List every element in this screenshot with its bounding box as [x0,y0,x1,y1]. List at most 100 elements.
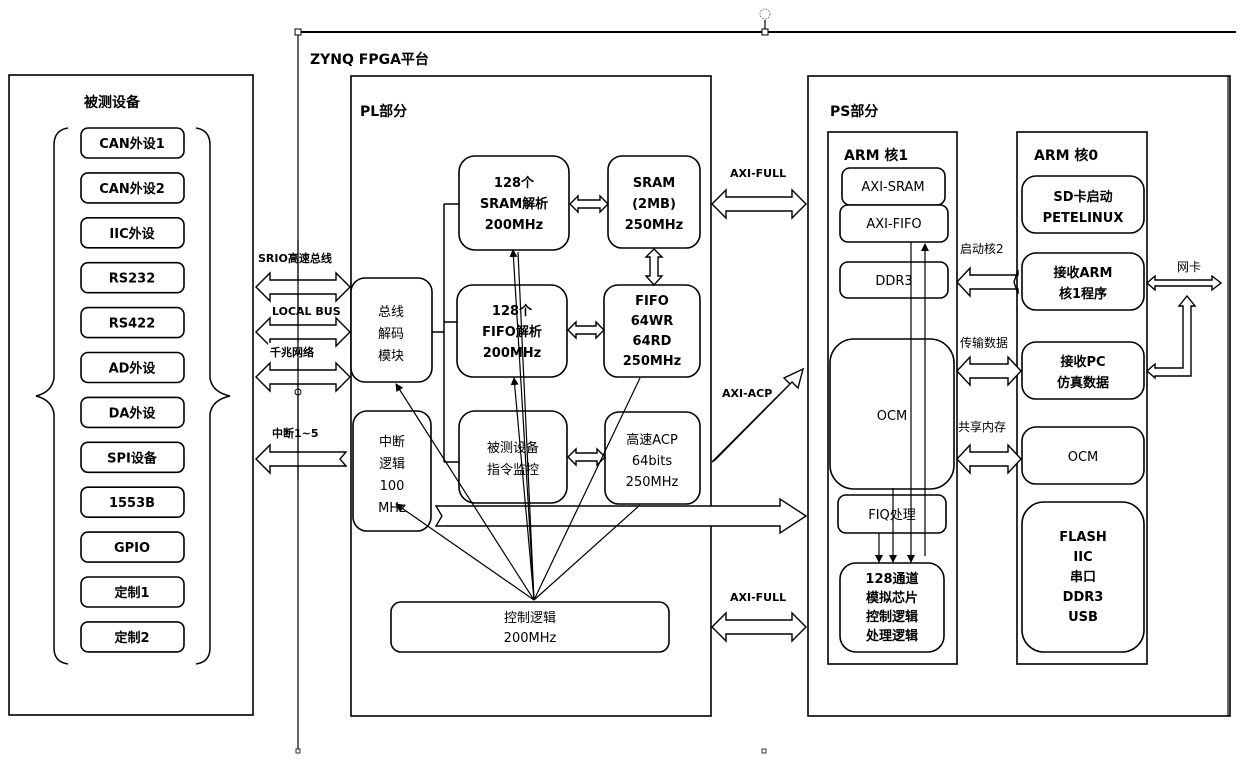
sram-parse-sram-arrow [569,194,609,214]
pl-fifo-line: 64WR [631,314,673,329]
zynq-architecture-diagram: ZYNQ FPGA平台 被测设备 CAN外设1 CAN外设2 IIC外设 RS232 R… [8,8,1236,754]
pl-irq-logic-line: 100 [380,479,405,494]
ps-arm0-periph-line: USB [1068,610,1098,625]
transfer-arrow[interactable] [956,355,1022,387]
srio-link-arrow[interactable] [255,271,351,303]
nic-pc-arrow[interactable] [1145,294,1197,380]
ps-arm1-fiq-label: FIQ处理 [868,508,916,523]
pl-bus-decoder-line: 总线 [378,305,404,320]
pl-control-line: 200MHz [504,631,557,646]
dut-item-label: CAN外设2 [99,181,165,197]
ps-arm1-analog-line: 处理逻辑 [865,628,918,644]
localbus-link-arrow[interactable] [255,316,351,348]
dut-item[interactable]: GPIO [80,531,185,563]
ps-arm0-sd-boot-line: SD卡启动 [1053,189,1112,205]
pl-sram-line: (2MB) [632,197,676,212]
localbus-label: LOCAL BUS [272,305,341,318]
axi-acp-arrow[interactable] [711,367,805,463]
axi-full-top-label: AXI-FULL [730,167,786,180]
irq-link-arrow[interactable] [255,443,348,475]
pl-bus-decoder-line: 模块 [378,349,404,364]
pl-dut-monitor-line: 被测设备 [487,440,539,456]
arm1-title: ARM 核1 [844,147,908,164]
dut-item[interactable]: RS422 [80,306,185,339]
axi-full-top-arrow[interactable] [711,188,807,220]
pl-irq-logic-line: MHz [378,501,406,516]
dut-item[interactable]: 定制1 [80,576,185,608]
dut-item-label: AD外设 [109,361,157,377]
fifo-parse-fifo-arrow [567,320,605,340]
right-brace [195,127,231,665]
boot-core-label: 启动核2 [960,242,1004,256]
dut-item[interactable]: SPI设备 [80,441,185,474]
dut-item-label: 定制2 [113,630,149,646]
pl-title: PL部分 [360,103,407,120]
pl-acp-line: 250MHz [626,475,679,490]
pl-sram-parse-line: SRAM解析 [480,196,548,212]
pl-sram-parse-line: 200MHz [485,218,544,233]
pl-fifo-line: 64RD [633,334,672,349]
ps-arm0-periph-line: IIC [1073,550,1092,565]
ps-arm0-ocm-label: OCM [1068,450,1099,465]
pl-control-line: 控制逻辑 [504,611,556,626]
ps-arm1-analog-line: 128通道 [865,571,918,587]
axi-full-bottom-arrow[interactable] [711,611,807,643]
sram-fifo-arrow [644,248,664,287]
frame-handle[interactable] [294,28,302,36]
pl-fifo-parse-line: 200MHz [483,346,542,361]
left-links: SRIO高速总线 LOCAL BUS 千兆网络 中断1~5 [255,240,351,480]
gige-label: 千兆网络 [270,345,314,359]
dut-item[interactable]: AD外设 [80,351,185,384]
dut-item[interactable]: DA外设 [80,396,185,429]
frame-handle[interactable] [295,748,301,754]
shared-mem-arrow[interactable] [956,443,1022,475]
dut-item[interactable]: CAN外设2 [80,172,185,204]
dut-item-label: SPI设备 [107,450,158,466]
ps-arm0-recv-arm-line: 接收ARM [1053,265,1112,281]
ps-arm1-analog-line: 控制逻辑 [866,609,918,625]
dut-item[interactable]: IIC外设 [80,217,185,249]
frame-handle[interactable] [761,748,767,754]
pl-acp-line: 高速ACP [626,432,678,448]
axi-acp-label: AXI-ACP [722,387,772,400]
dut-item[interactable]: CAN外设1 [80,127,185,159]
pl-acp-line: 64bits [632,454,673,469]
dut-item[interactable]: RS232 [80,261,185,294]
ps-arm1-axi-sram-label: AXI-SRAM [861,180,924,195]
dut-item-label: 定制1 [113,585,149,601]
transfer-label: 传输数据 [960,335,1008,350]
platform-title: ZYNQ FPGA平台 [310,51,429,68]
srio-label: SRIO高速总线 [258,251,332,265]
pl-irq-logic-line: 中断 [379,435,405,450]
dut-item[interactable]: 定制2 [80,621,185,653]
middle-links: AXI-FULL AXI-ACP AXI-FULL [711,167,807,643]
pl-irq-logic-line: 逻辑 [379,457,405,472]
nic-label: 网卡 [1177,260,1201,274]
frame-handle[interactable] [761,28,769,36]
arm0-title: ARM 核0 [1034,147,1098,164]
nic-arrow[interactable] [1145,274,1223,292]
dut-panel: 被测设备 CAN外设1 CAN外设2 IIC外设 RS232 RS422 AD外设 DA外设… [8,74,254,716]
ps-arm0-recv-arm-line: 核1程序 [1059,286,1107,302]
ps-arm0-recv-pc-line: 接收PC [1060,354,1105,370]
dut-item-label: RS232 [109,272,156,287]
boot-core-arrow[interactable] [956,266,1019,298]
pl-sram-line: 250MHz [625,218,684,233]
dut-item-label: CAN外设1 [99,136,165,152]
ps-arm0-periph-line: DDR3 [1063,590,1104,605]
dut-item[interactable]: 1553B [80,486,185,519]
pl-fifo-line: 250MHz [623,354,682,369]
gige-link-arrow[interactable] [255,361,351,393]
axi-full-bottom-label: AXI-FULL [730,591,786,604]
ps-arm1-ocm-label: OCM [877,409,908,424]
ps-arm0-recv-pc-line: 仿真数据 [1057,375,1109,391]
pl-sram-line: SRAM [633,176,675,191]
pl-sram-parse-line: 128个 [494,175,535,191]
ps-title: PS部分 [830,103,878,120]
ps-arm1-axi-fifo-label: AXI-FIFO [866,217,921,232]
pl-fifo-line: FIFO [635,294,669,309]
rotate-handle-icon[interactable] [759,8,771,20]
ps-arm0-periph-line: FLASH [1059,530,1106,545]
dut-monitor-box[interactable] [458,410,568,504]
ps-arm0-sd-boot-line: PETELINUX [1043,211,1124,226]
